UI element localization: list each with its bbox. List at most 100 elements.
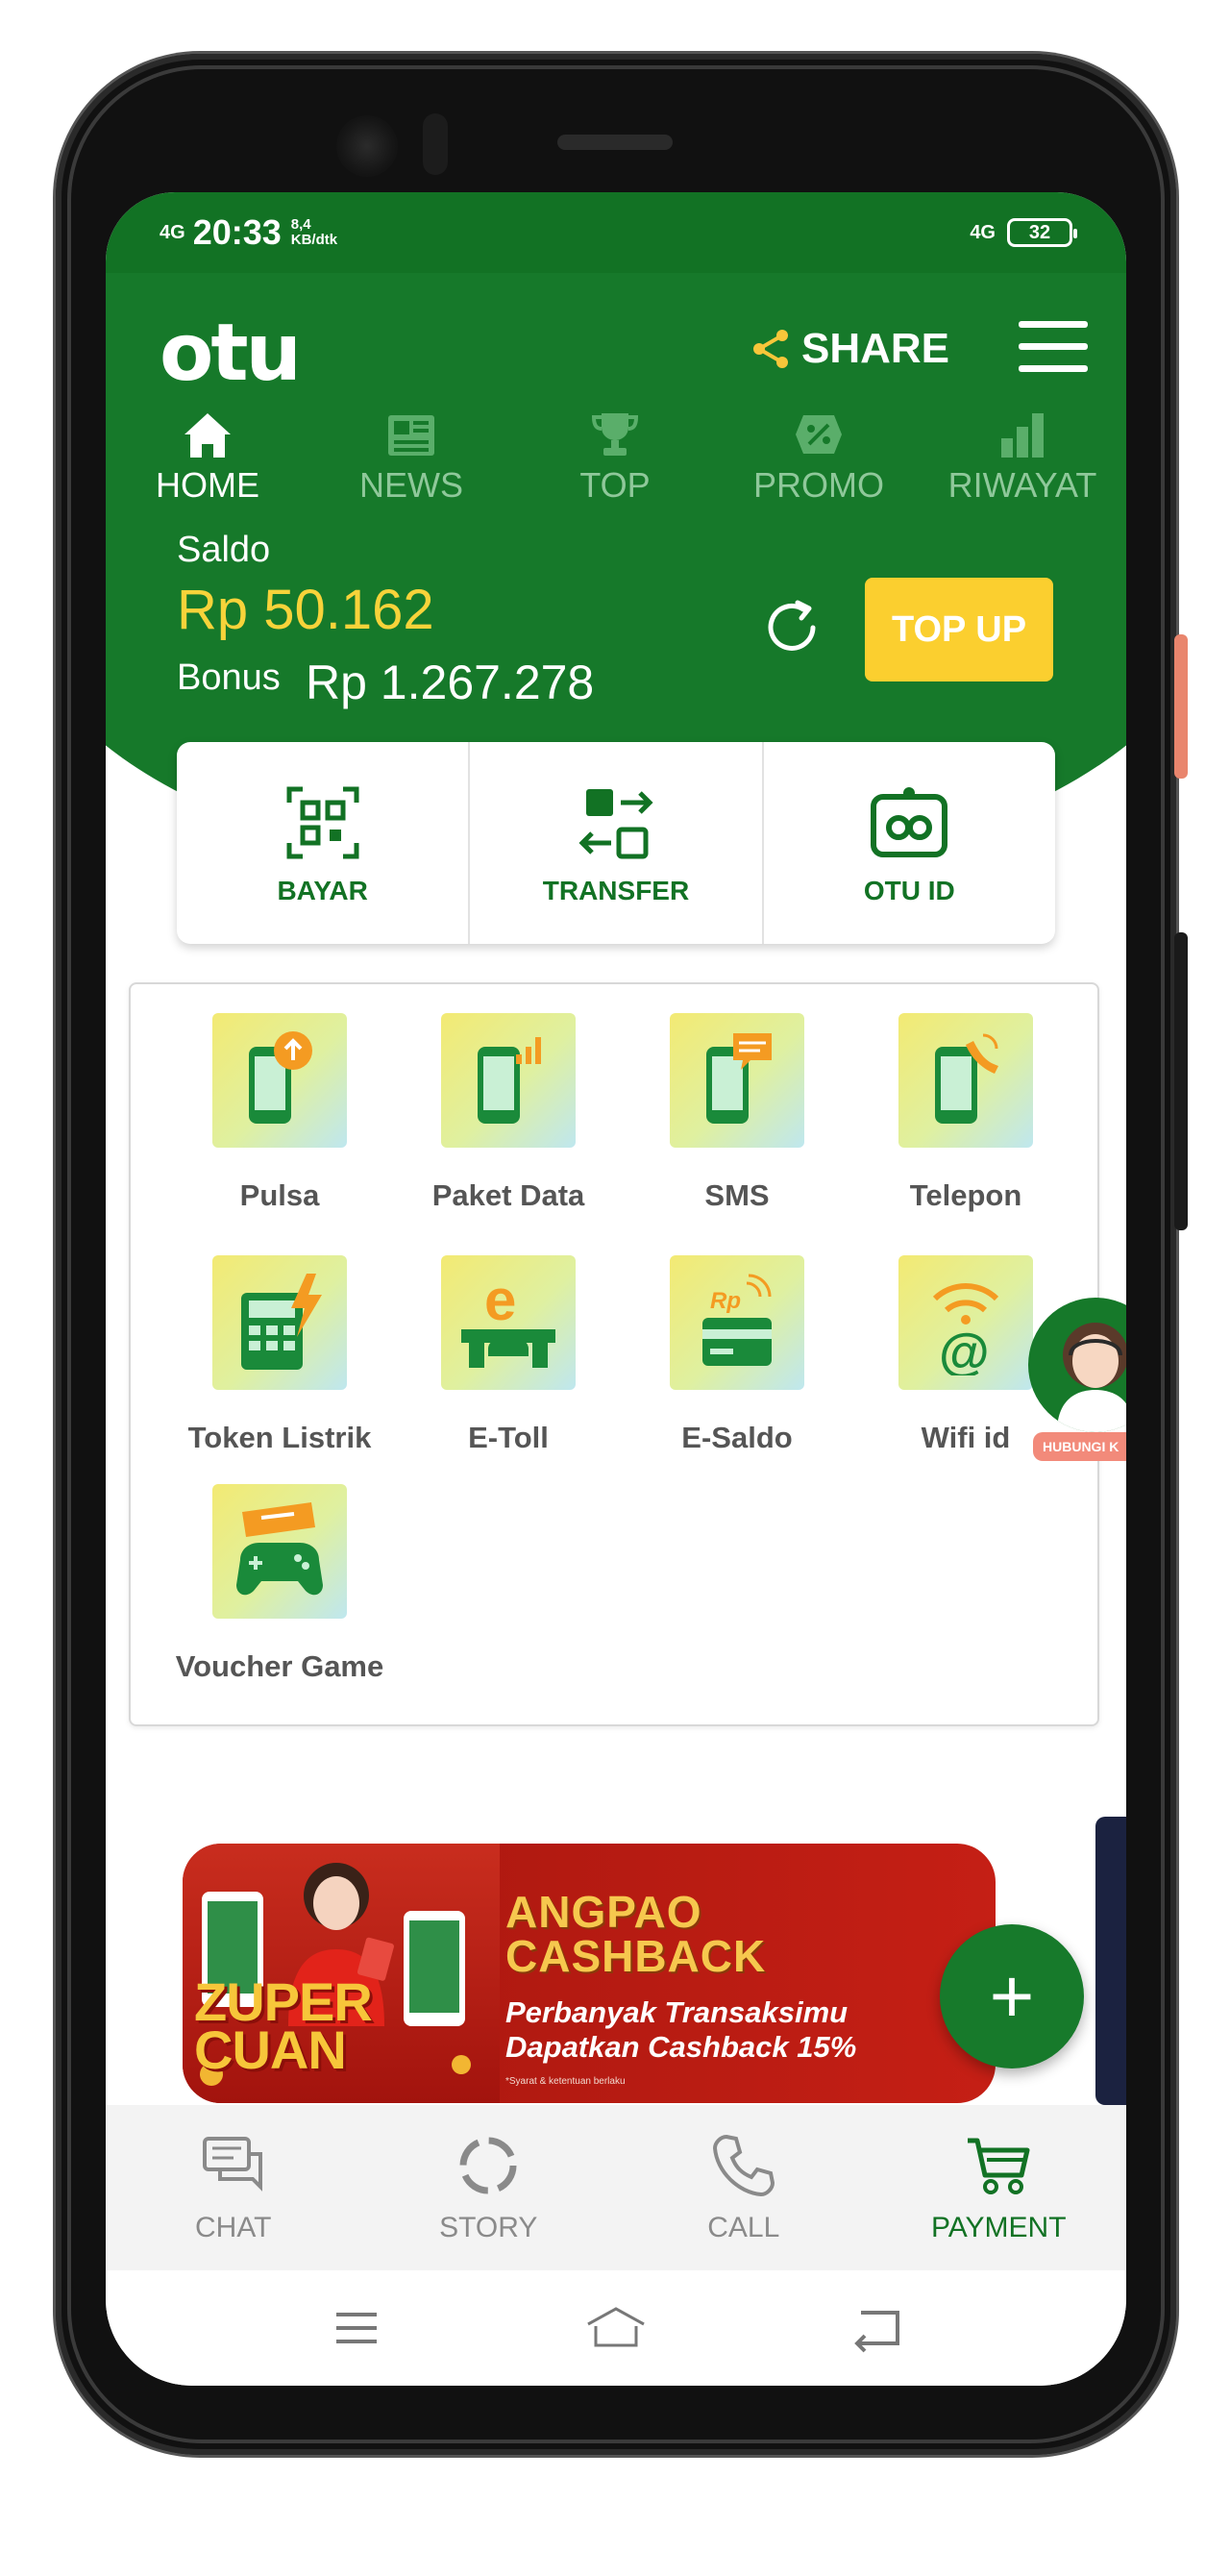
banner-sub-line1: Perbanyak Transaksimu: [505, 1995, 849, 2029]
status-right: 4G 32: [970, 218, 1077, 247]
transfer-button[interactable]: TRANSFER: [470, 742, 764, 944]
nav-chat[interactable]: CHAT: [106, 2105, 361, 2270]
phone-call-icon: [898, 1013, 1033, 1148]
nav-call[interactable]: CALL: [616, 2105, 872, 2270]
otu-id-icon: [871, 787, 948, 857]
bayar-button[interactable]: BAYAR: [177, 742, 471, 944]
otu-id-button[interactable]: OTU ID: [764, 742, 1055, 944]
service-label: Token Listrik: [187, 1421, 372, 1454]
svg-text:Rp: Rp: [710, 1288, 741, 1314]
support-tag[interactable]: HUBUNGI K: [1033, 1432, 1126, 1461]
nav-label: PAYMENT: [930, 2212, 1067, 2243]
earpiece-speaker: [557, 135, 673, 150]
banner-footnote: *Syarat & ketentuan berlaku: [505, 2076, 626, 2087]
home-icon: [184, 413, 231, 458]
service-token-listrik[interactable]: Token Listrik: [174, 1255, 385, 1455]
service-label: SMS: [704, 1178, 770, 1212]
nav-label: STORY: [439, 2212, 538, 2243]
signal-indicator: 4G: [160, 222, 185, 243]
cart-icon: [968, 2138, 1030, 2194]
network-type: 4G: [970, 221, 996, 243]
phone-data-icon: [441, 1013, 576, 1148]
service-esaldo[interactable]: Rp E-Saldo: [631, 1255, 843, 1455]
network-speed-unit: KB/dtk: [290, 232, 338, 248]
network-speed-value: 8,4: [290, 216, 311, 234]
battery-level: 32: [1028, 221, 1051, 243]
network-speed: 8,4 KB/dtk: [291, 217, 337, 248]
service-label: Paket Data: [431, 1178, 585, 1212]
recent-apps-icon[interactable]: [323, 2299, 390, 2357]
app-header: otu SHARE HOME NEWS TOP PROMO RIWAYAT Sa…: [106, 273, 1126, 738]
refresh-icon[interactable]: [759, 593, 826, 660]
nav-payment[interactable]: PAYMENT: [872, 2105, 1127, 2270]
service-sms[interactable]: SMS: [631, 1013, 843, 1213]
chat-icon: [202, 2137, 262, 2192]
share-icon: [753, 330, 788, 368]
action-label: OTU ID: [863, 876, 955, 905]
hamburger-menu-icon[interactable]: [1019, 321, 1088, 375]
svg-text:@: @: [939, 1324, 990, 1375]
app-screen: 4G 20:33 8,4 KB/dtk 4G 32 otu SHARE HOME: [106, 192, 1126, 2386]
home-system-icon[interactable]: [582, 2299, 650, 2357]
service-label: Voucher Game: [175, 1649, 384, 1683]
banner-title-line2: CASHBACK: [505, 1931, 767, 1981]
app-logo: otu: [160, 308, 302, 399]
story-icon: [459, 2137, 517, 2194]
tab-label: NEWS: [359, 465, 463, 505]
game-voucher-icon: [212, 1484, 347, 1619]
tab-top[interactable]: TOP: [513, 408, 717, 513]
bar-chart-icon: [1001, 413, 1044, 458]
banner-subtitle: Perbanyak Transaksimu Dapatkan Cashback …: [505, 1995, 856, 2064]
service-label: Pulsa: [239, 1178, 320, 1212]
bottom-navigation: CHAT STORY CALL PAYMENT: [106, 2105, 1126, 2270]
service-voucher-game[interactable]: Voucher Game: [174, 1484, 385, 1684]
share-button[interactable]: SHARE: [748, 325, 949, 373]
banner-sub-line2: Dapatkan Cashback 15%: [505, 2029, 857, 2064]
tab-label: PROMO: [752, 465, 884, 505]
transfer-icon: [578, 789, 653, 859]
banner-brand: ZUPER CUAN: [194, 1974, 373, 2077]
proximity-sensor: [423, 113, 448, 175]
tab-promo[interactable]: PROMO: [717, 408, 921, 513]
tab-label: RIWAYAT: [947, 465, 1097, 505]
clock: 20:33: [192, 212, 282, 252]
service-pulsa[interactable]: Pulsa: [174, 1013, 385, 1213]
battery-icon: 32: [1007, 218, 1077, 247]
service-telepon[interactable]: Telepon: [860, 1013, 1071, 1213]
tab-label: TOP: [579, 465, 651, 505]
esaldo-icon: Rp: [670, 1255, 804, 1390]
topup-button[interactable]: TOP UP: [865, 578, 1053, 681]
etoll-icon: e: [441, 1255, 576, 1390]
saldo-value: Rp 50.162: [177, 579, 434, 641]
action-label: BAYAR: [277, 876, 368, 905]
news-icon: [388, 415, 434, 456]
nav-story[interactable]: STORY: [361, 2105, 617, 2270]
tab-home[interactable]: HOME: [106, 408, 309, 513]
action-label: TRANSFER: [542, 876, 690, 905]
service-label: E-Toll: [468, 1421, 549, 1454]
tab-news[interactable]: NEWS: [309, 408, 513, 513]
front-camera: [336, 115, 398, 177]
status-bar: 4G 20:33 8,4 KB/dtk 4G 32: [106, 192, 1126, 273]
nav-label: CALL: [707, 2212, 780, 2243]
service-paket-data[interactable]: Paket Data: [403, 1013, 614, 1213]
service-label: E-Saldo: [681, 1421, 793, 1454]
promo-banner[interactable]: ZUPER CUAN ANGPAO CASHBACK Perbanyak Tra…: [183, 1844, 996, 2103]
phone-sms-icon: [670, 1013, 804, 1148]
tab-riwayat[interactable]: RIWAYAT: [921, 408, 1124, 513]
wifi-icon: @: [898, 1255, 1033, 1390]
phone-credit-icon: [212, 1013, 347, 1148]
top-tabs: HOME NEWS TOP PROMO RIWAYAT: [106, 408, 1126, 513]
system-navigation-bar: [106, 2270, 1126, 2386]
trophy-icon: [591, 413, 639, 456]
add-fab-button[interactable]: +: [940, 1924, 1084, 2068]
next-banner-peek[interactable]: [1095, 1817, 1126, 2105]
phone-icon: [712, 2134, 775, 2197]
service-etoll[interactable]: e E-Toll: [403, 1255, 614, 1455]
side-button-volume: [1174, 932, 1188, 1230]
saldo-label: Saldo: [177, 530, 271, 570]
tab-label: HOME: [156, 465, 259, 505]
electricity-token-icon: [212, 1255, 347, 1390]
services-grid: Pulsa Paket Data SMS Telepon Token Listr…: [129, 982, 1099, 1726]
back-icon[interactable]: [842, 2299, 909, 2357]
